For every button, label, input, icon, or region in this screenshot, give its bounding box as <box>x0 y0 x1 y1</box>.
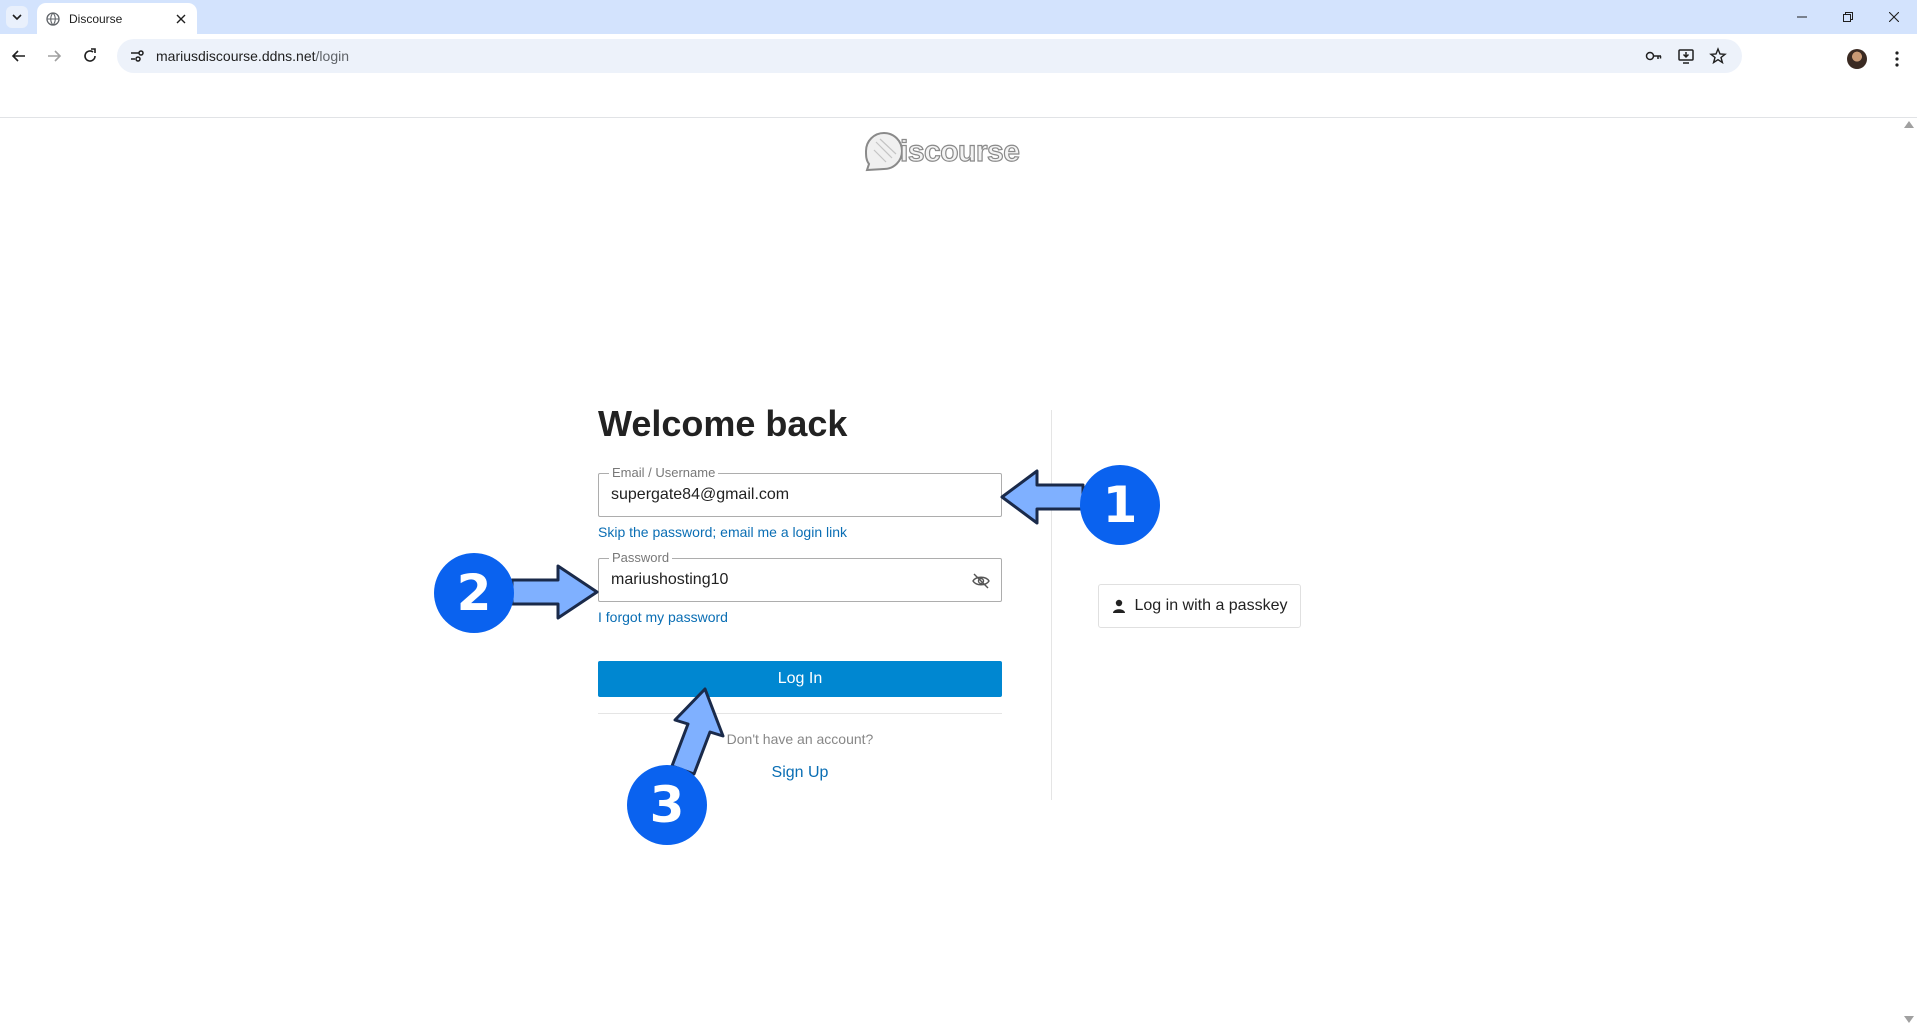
key-icon <box>1645 51 1662 61</box>
annotation-badge-1: 1 <box>1080 465 1160 545</box>
restore-icon <box>1843 12 1853 22</box>
tune-icon <box>131 50 144 62</box>
email-field[interactable]: Email / Username supergate84@gmail.com <box>598 465 1002 517</box>
reload-icon <box>84 48 96 62</box>
more-vertical-icon <box>1895 51 1899 67</box>
browser-toolbar: mariusdiscourse.ddns.net/login <box>0 34 1917 118</box>
forgot-password-link[interactable]: I forgot my password <box>598 609 1002 625</box>
user-icon <box>1112 599 1125 613</box>
back-button[interactable] <box>5 42 33 70</box>
form-divider <box>598 713 1002 714</box>
arrow-left-icon <box>11 50 25 62</box>
passkey-button-label: Log in with a passkey <box>1134 597 1288 614</box>
browser-menu-button[interactable] <box>1883 45 1911 73</box>
eye-off-icon[interactable] <box>971 571 991 591</box>
install-app-button[interactable] <box>1674 44 1698 68</box>
password-field[interactable]: Password mariushosting10 <box>598 550 1002 602</box>
page-viewport: iscourse Welcome back Email / Username s… <box>0 118 1917 1026</box>
login-button[interactable]: Log In <box>598 661 1002 697</box>
browser-tab-discourse[interactable]: Discourse <box>37 3 197 34</box>
address-bar[interactable]: mariusdiscourse.ddns.net/login <box>117 39 1742 73</box>
forward-button[interactable] <box>40 42 68 70</box>
logo-text: iscourse <box>899 134 1020 168</box>
annotation-arrow-1 <box>1000 469 1085 525</box>
password-label: Password <box>609 550 673 565</box>
login-form: Welcome back Email / Username supergate8… <box>598 403 1002 782</box>
url-text[interactable]: mariusdiscourse.ddns.net/login <box>156 48 349 64</box>
email-label: Email / Username <box>609 465 719 480</box>
scroll-down-arrow-icon[interactable] <box>1904 1016 1914 1023</box>
site-info-button[interactable] <box>125 44 149 68</box>
profile-avatar[interactable] <box>1847 49 1867 69</box>
annotation-arrow-3 <box>670 687 725 776</box>
arrow-right-icon <box>48 50 62 62</box>
chevron-down-icon <box>12 14 22 21</box>
url-path: /login <box>315 48 349 64</box>
tab-search-button[interactable] <box>6 6 28 28</box>
minimize-button[interactable] <box>1779 0 1825 34</box>
scrollbar[interactable] <box>1902 118 1917 1026</box>
no-account-text: Don't have an account? <box>726 731 874 747</box>
browser-tab-bar: Discourse <box>0 0 1917 34</box>
tab-title: Discourse <box>69 11 123 26</box>
password-value: mariushosting10 <box>611 571 729 588</box>
close-window-button[interactable] <box>1871 0 1917 34</box>
star-icon <box>1709 47 1727 65</box>
bookmark-button[interactable] <box>1706 44 1730 68</box>
annotation-badge-2: 2 <box>434 553 514 633</box>
passkey-login-button[interactable]: Log in with a passkey <box>1098 584 1301 628</box>
restore-button[interactable] <box>1825 0 1871 34</box>
email-value: supergate84@gmail.com <box>611 486 790 503</box>
annotation-arrow-2 <box>510 564 599 620</box>
page-title: Welcome back <box>598 403 848 444</box>
discourse-logo[interactable]: iscourse <box>862 128 1022 176</box>
url-host: mariusdiscourse.ddns.net <box>156 48 316 64</box>
minimize-icon <box>1797 16 1807 18</box>
close-icon <box>1889 12 1899 22</box>
tab-close-button[interactable] <box>170 8 192 30</box>
close-icon <box>176 14 186 23</box>
password-key-button[interactable] <box>1642 44 1666 68</box>
globe-icon <box>46 11 60 26</box>
scroll-up-arrow-icon[interactable] <box>1904 121 1914 128</box>
email-login-link[interactable]: Skip the password; email me a login link <box>598 524 1002 540</box>
install-icon <box>1678 49 1694 64</box>
annotation-badge-3: 3 <box>627 765 707 845</box>
reload-button[interactable] <box>76 42 104 70</box>
